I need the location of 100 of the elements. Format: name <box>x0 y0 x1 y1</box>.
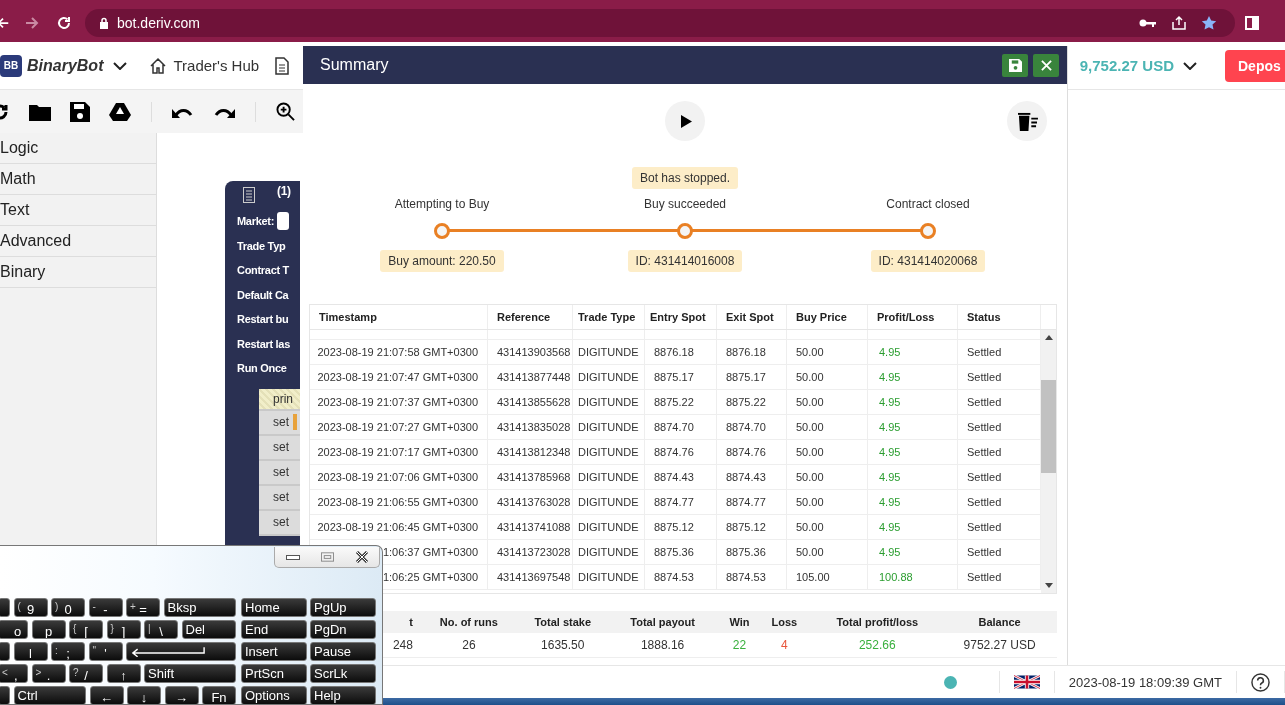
close-button[interactable] <box>1033 53 1059 77</box>
scrollbar-thumb[interactable] <box>1041 380 1056 473</box>
minimize-icon[interactable] <box>285 553 300 561</box>
keyboard-key[interactable]: { [ <box>69 620 103 639</box>
keyboard-key[interactable]: Help <box>310 686 376 704</box>
keyboard-key[interactable]: PgUp <box>310 598 376 617</box>
table-cell: 8875.22 <box>717 390 787 414</box>
keyboard-key[interactable]: Home <box>241 598 307 617</box>
help-icon[interactable] <box>1251 672 1270 692</box>
stat-value: 22 <box>731 637 748 654</box>
forward-arrow-icon[interactable] <box>24 15 40 31</box>
keyboard-key[interactable] <box>0 686 10 704</box>
table-cell: 4.95 <box>868 515 958 539</box>
save-icon[interactable] <box>70 101 90 122</box>
keyboard-key[interactable]: End <box>241 620 307 639</box>
toolbox-category[interactable]: Text <box>0 195 156 226</box>
column-header: Buy Price <box>787 305 868 329</box>
toolbox-category[interactable]: Math <box>0 164 156 195</box>
table-cell: 4.95 <box>868 540 958 564</box>
statement-block[interactable]: set <box>259 435 300 461</box>
save-button[interactable] <box>1002 53 1028 77</box>
keyboard-key[interactable]: ← <box>89 686 124 704</box>
key-icon[interactable] <box>1139 18 1157 28</box>
side-panel-icon[interactable] <box>1245 16 1259 30</box>
keyboard-key[interactable] <box>0 598 10 617</box>
table-cell: 2023-08-19 21:06:55 GMT+0300 <box>310 490 488 514</box>
keyboard-key[interactable]: + = <box>126 598 160 617</box>
scroll-up-icon[interactable] <box>1044 335 1053 340</box>
drive-icon[interactable] <box>109 101 131 122</box>
table-cell: 2023-08-19 21:07:47 GMT+0300 <box>310 365 488 389</box>
scroll-down-icon[interactable] <box>1044 583 1053 588</box>
keyboard-key[interactable]: ScrLk <box>310 664 376 683</box>
table-cell: DIGITUNDE <box>573 515 645 539</box>
table-cell: 431413763028 <box>488 490 573 514</box>
statement-block[interactable]: set <box>259 510 300 536</box>
play-icon <box>681 114 692 128</box>
keyboard-key[interactable]: l <box>13 642 48 661</box>
caret-icon[interactable] <box>1183 61 1197 70</box>
keyboard-key[interactable] <box>0 642 10 661</box>
toolbox-category[interactable]: Binary <box>0 257 156 288</box>
column-header: Exit Spot <box>717 305 787 329</box>
statement-block[interactable]: prin <box>259 388 300 411</box>
keyboard-key[interactable]: Fn <box>202 686 236 704</box>
keyboard-key[interactable]: ( 9 <box>13 598 48 617</box>
document-icon[interactable] <box>275 56 290 75</box>
toolbox-category[interactable]: Logic <box>0 133 156 164</box>
keyboard-key[interactable]: ↑ <box>106 664 141 683</box>
keyboard-key[interactable]: Insert <box>241 642 307 661</box>
keyboard-key[interactable]: Bksp <box>163 598 236 617</box>
keyboard-key[interactable]: Options <box>241 686 307 704</box>
enter-key[interactable] <box>126 642 236 661</box>
table-cell: 8875.36 <box>645 540 717 564</box>
keyboard-key[interactable]: ? / <box>69 664 103 683</box>
statement-block[interactable]: set <box>259 410 300 436</box>
close-icon <box>1040 59 1052 71</box>
keyboard-key[interactable]: : ; <box>51 642 85 661</box>
statement-block[interactable]: set <box>259 460 300 486</box>
run-button[interactable] <box>665 101 705 141</box>
keyboard-key[interactable]: Pause <box>310 642 376 661</box>
star-icon[interactable] <box>1201 15 1217 31</box>
table-cell: 50.00 <box>787 440 868 464</box>
table-cell: 8874.43 <box>645 465 717 489</box>
keyboard-key[interactable]: > . <box>31 664 66 683</box>
table-cell: 50.00 <box>787 415 868 439</box>
keyboard-key[interactable]: | \ <box>144 620 178 639</box>
reload-icon[interactable] <box>56 15 72 31</box>
home-icon[interactable] <box>149 56 168 75</box>
restore-icon[interactable] <box>320 552 334 562</box>
keyboard-key[interactable]: ) 0 <box>51 598 85 617</box>
keyboard-key[interactable]: p <box>31 620 66 639</box>
close-icon[interactable] <box>354 551 369 563</box>
statement-block[interactable]: set <box>259 485 300 511</box>
scrollbar[interactable] <box>1041 330 1056 593</box>
keyboard-key[interactable]: } ] <box>106 620 141 639</box>
keyboard-key[interactable]: " ' <box>88 642 123 661</box>
clear-log-button[interactable] <box>1007 101 1047 141</box>
keyboard-key[interactable]: Del <box>181 620 236 639</box>
caret-icon[interactable] <box>113 61 128 70</box>
table-cell: 8874.53 <box>645 565 717 589</box>
address-field[interactable]: bot.deriv.com <box>85 9 1235 37</box>
table-cell: 50.00 <box>787 365 868 389</box>
toolbox-category[interactable]: Advanced <box>0 226 156 257</box>
market-dropdown[interactable] <box>277 212 290 231</box>
keyboard-key[interactable]: - - <box>88 598 123 617</box>
keyboard-key[interactable]: Ctrl <box>13 686 86 704</box>
keyboard-key[interactable]: PgDn <box>310 620 376 639</box>
keyboard-key[interactable]: ↓ <box>127 686 161 704</box>
zoom-in-icon[interactable] <box>276 102 295 121</box>
keyboard-key[interactable]: → <box>164 686 199 704</box>
share-icon[interactable] <box>1171 15 1187 31</box>
keyboard-key[interactable]: PrtScn <box>241 664 307 683</box>
keyboard-key[interactable]: < , <box>0 664 28 683</box>
back-arrow-icon[interactable] <box>0 15 10 31</box>
traders-hub-link[interactable]: Trader's Hub <box>173 57 260 74</box>
folder-icon[interactable] <box>29 102 51 121</box>
flag-icon[interactable] <box>1013 674 1040 690</box>
keyboard-key[interactable]: o <box>0 620 28 639</box>
keyboard-key[interactable]: Shift <box>144 664 236 683</box>
table-cell: 4.95 <box>868 440 958 464</box>
stat-label: Win <box>728 615 751 630</box>
